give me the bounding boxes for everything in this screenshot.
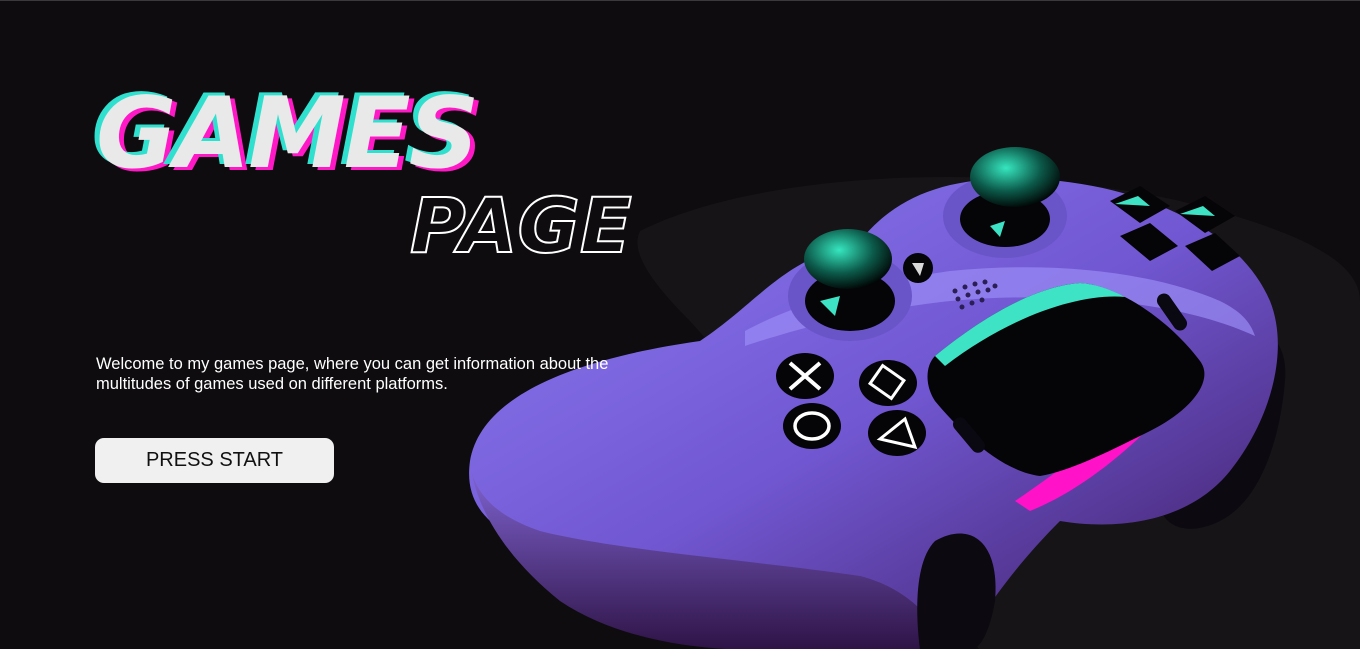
right-analog-stick xyxy=(943,147,1067,258)
right-grip xyxy=(917,533,996,649)
intro-text: Welcome to my games page, where you can … xyxy=(96,355,609,393)
games-landing-page: GAMES PAGE Welcome to my games page, whe… xyxy=(0,0,1360,649)
press-start-button[interactable]: PRESS START xyxy=(95,438,334,483)
page-title: GAMES xyxy=(96,77,479,191)
page-subtitle: PAGE xyxy=(409,181,633,270)
